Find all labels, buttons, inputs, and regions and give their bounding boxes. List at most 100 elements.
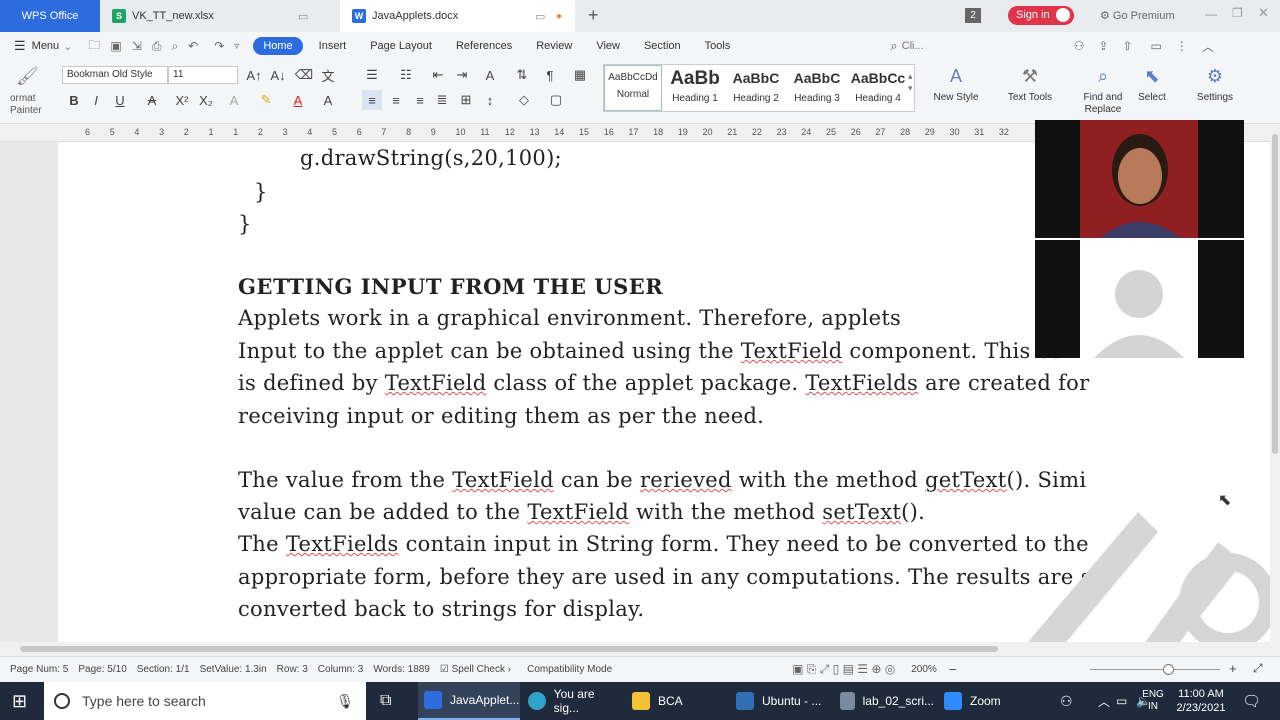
more-icon[interactable]: ⋮ xyxy=(1176,39,1188,53)
tab-insert[interactable]: Insert xyxy=(309,37,357,55)
tab-references[interactable]: References xyxy=(446,37,522,55)
spell-check-button[interactable]: ☑ Spell Check › xyxy=(440,664,511,675)
open-icon[interactable]: 🗀 xyxy=(88,36,100,57)
tab-count-badge[interactable]: 2 xyxy=(965,8,981,23)
view-mode-icons[interactable]: ▣ ⎘ ⤢ ▯ ▤ ☰ ⊕ ◎ xyxy=(792,662,895,677)
taskbar-app-explorer[interactable]: BCA xyxy=(626,682,726,720)
font-name-select[interactable]: Bookman Old Style xyxy=(62,66,168,84)
network-icon[interactable]: ▭ xyxy=(1116,682,1127,720)
horizontal-scrollbar[interactable] xyxy=(0,642,1280,656)
zoom-level[interactable]: 200% xyxy=(911,664,937,675)
print-icon[interactable]: ⎙ xyxy=(152,39,162,54)
monitor-icon[interactable]: ▭ xyxy=(535,10,545,23)
search-icon[interactable]: ⌕ xyxy=(890,38,897,54)
bold-icon[interactable]: B xyxy=(64,90,84,110)
unsaved-dot-icon[interactable]: ● xyxy=(556,11,562,22)
go-premium-button[interactable]: ⚙ Go Premium xyxy=(1100,9,1175,22)
tab-page-layout[interactable]: Page Layout xyxy=(360,37,442,55)
tab-wps-office[interactable]: WPS Office xyxy=(0,0,100,32)
highlight-icon[interactable]: ✎ xyxy=(256,90,276,110)
font-size-select[interactable]: 11 xyxy=(168,66,238,84)
command-search-input[interactable]: Cli... xyxy=(902,40,924,52)
chevron-down-icon[interactable]: ⌄ xyxy=(63,40,72,53)
tab-view[interactable]: View xyxy=(586,37,630,55)
tab-tools[interactable]: Tools xyxy=(695,37,741,55)
scroll-thumb[interactable] xyxy=(1272,134,1278,454)
bullets-icon[interactable]: ☰ xyxy=(362,65,382,85)
shrink-font-icon[interactable]: A↓ xyxy=(268,65,288,85)
text-effect-icon[interactable]: A xyxy=(224,90,244,110)
taskbar-search-box[interactable]: Type here to search 🎙 xyxy=(44,682,366,720)
chinese-layout-icon[interactable]: A xyxy=(480,65,500,85)
people-icon[interactable]: ⚇ xyxy=(1060,682,1073,720)
font-color-icon[interactable]: A xyxy=(288,90,308,110)
align-left-icon[interactable]: ≡ xyxy=(362,90,382,110)
sort-icon[interactable]: ⇅ xyxy=(512,65,532,85)
text-tools-button[interactable]: ⚒ Text Tools xyxy=(1002,66,1058,103)
subscript-icon[interactable]: X₂ xyxy=(196,90,216,110)
zoom-out-icon[interactable]: − xyxy=(949,662,957,677)
format-painter-label[interactable]: ormat Painter xyxy=(10,93,42,117)
phonetic-icon[interactable]: 文 xyxy=(318,65,338,85)
zoom-slider-thumb[interactable] xyxy=(1163,664,1174,675)
status-setvalue[interactable]: SetValue: 1.3in xyxy=(200,664,267,675)
share-icon[interactable]: ⇪ xyxy=(1098,39,1108,53)
scroll-thumb[interactable] xyxy=(20,646,998,652)
undo-icon[interactable]: ↶ xyxy=(188,39,198,53)
taskbar-app-zoom[interactable]: Zoom xyxy=(938,682,1038,720)
task-view-icon[interactable]: ⧉ xyxy=(380,682,391,720)
redo-icon[interactable]: ↷ xyxy=(214,39,224,53)
styles-scroll-icon[interactable]: ▴ ▾ xyxy=(908,70,913,94)
hamburger-icon[interactable]: ☰ xyxy=(14,38,26,54)
taskbar-app-editor[interactable]: lab_02_scri... xyxy=(834,682,934,720)
sign-in-button[interactable]: Sign in xyxy=(1008,6,1074,25)
justify-icon[interactable]: ≣ xyxy=(432,90,452,110)
status-section[interactable]: Section: 1/1 xyxy=(137,664,190,675)
table-icon[interactable]: ▦ xyxy=(570,65,590,85)
superscript-icon[interactable]: X² xyxy=(172,90,192,110)
strikethrough-icon[interactable]: A xyxy=(142,90,162,110)
tab-docx[interactable]: W JavaApplets.docx ▭ ● xyxy=(340,0,575,32)
monitor-icon[interactable]: ▭ xyxy=(298,10,308,23)
settings-button[interactable]: ⚙ Settings xyxy=(1188,66,1242,103)
vertical-scrollbar[interactable] xyxy=(1270,124,1280,642)
line-spacing-icon[interactable]: ↕ xyxy=(480,90,500,110)
shading-icon[interactable]: ◇ xyxy=(514,90,534,110)
export-icon[interactable]: ⇲ xyxy=(132,39,142,53)
char-shading-icon[interactable]: A xyxy=(318,90,338,110)
language-indicator[interactable]: ENG IN xyxy=(1140,682,1166,720)
align-center-icon[interactable]: ≡ xyxy=(386,90,406,110)
tab-review[interactable]: Review xyxy=(526,37,582,55)
customize-icon[interactable]: ▿ xyxy=(234,41,239,52)
italic-icon[interactable]: I xyxy=(86,90,106,110)
format-painter-icon[interactable]: 🖌 xyxy=(16,66,39,87)
borders-icon[interactable]: ▢ xyxy=(546,90,566,110)
style-heading-4[interactable]: AaBbCc Heading 4 xyxy=(849,70,907,104)
collaborate-icon[interactable]: ⚇ xyxy=(1074,39,1085,53)
tray-chevron-icon[interactable]: ︿ xyxy=(1098,682,1110,720)
comment-icon[interactable]: ▭ xyxy=(1151,39,1162,53)
status-words[interactable]: Words: 1889 xyxy=(373,664,430,675)
collapse-ribbon-icon[interactable]: ︿ xyxy=(1202,38,1214,55)
new-tab-button[interactable]: + xyxy=(588,5,599,26)
video-participant-1[interactable] xyxy=(1035,120,1244,238)
taskbar-app-wps[interactable]: JavaApplet... xyxy=(418,682,520,720)
underline-icon[interactable]: U xyxy=(110,90,130,110)
menu-button[interactable]: Menu xyxy=(32,40,60,52)
style-heading-2[interactable]: AaBbC Heading 2 xyxy=(727,70,785,104)
status-row[interactable]: Row: 3 xyxy=(277,664,308,675)
maximize-icon[interactable]: ❐ xyxy=(1232,6,1243,20)
decrease-indent-icon[interactable]: ⇤ xyxy=(428,65,448,85)
style-heading-3[interactable]: AaBbC Heading 3 xyxy=(788,70,846,104)
status-page-num[interactable]: Page Num: 5 xyxy=(10,664,68,675)
print-preview-icon[interactable]: ⌕ xyxy=(171,39,178,54)
upload-icon[interactable]: ⇧ xyxy=(1122,39,1132,53)
tab-xlsx[interactable]: S VK_TT_new.xlsx ▭ xyxy=(100,0,330,32)
style-heading-1[interactable]: AaBb Heading 1 xyxy=(666,68,724,104)
taskbar-app-virtualbox[interactable]: Ubuntu - ... xyxy=(730,682,830,720)
grow-font-icon[interactable]: A↑ xyxy=(244,65,264,85)
clear-format-icon[interactable]: ⌫ xyxy=(294,65,314,85)
fullscreen-icon[interactable]: ⤢ xyxy=(1253,661,1263,676)
style-normal[interactable]: AaBbCcDd Normal xyxy=(604,65,662,111)
new-style-button[interactable]: A New Style xyxy=(930,66,982,103)
